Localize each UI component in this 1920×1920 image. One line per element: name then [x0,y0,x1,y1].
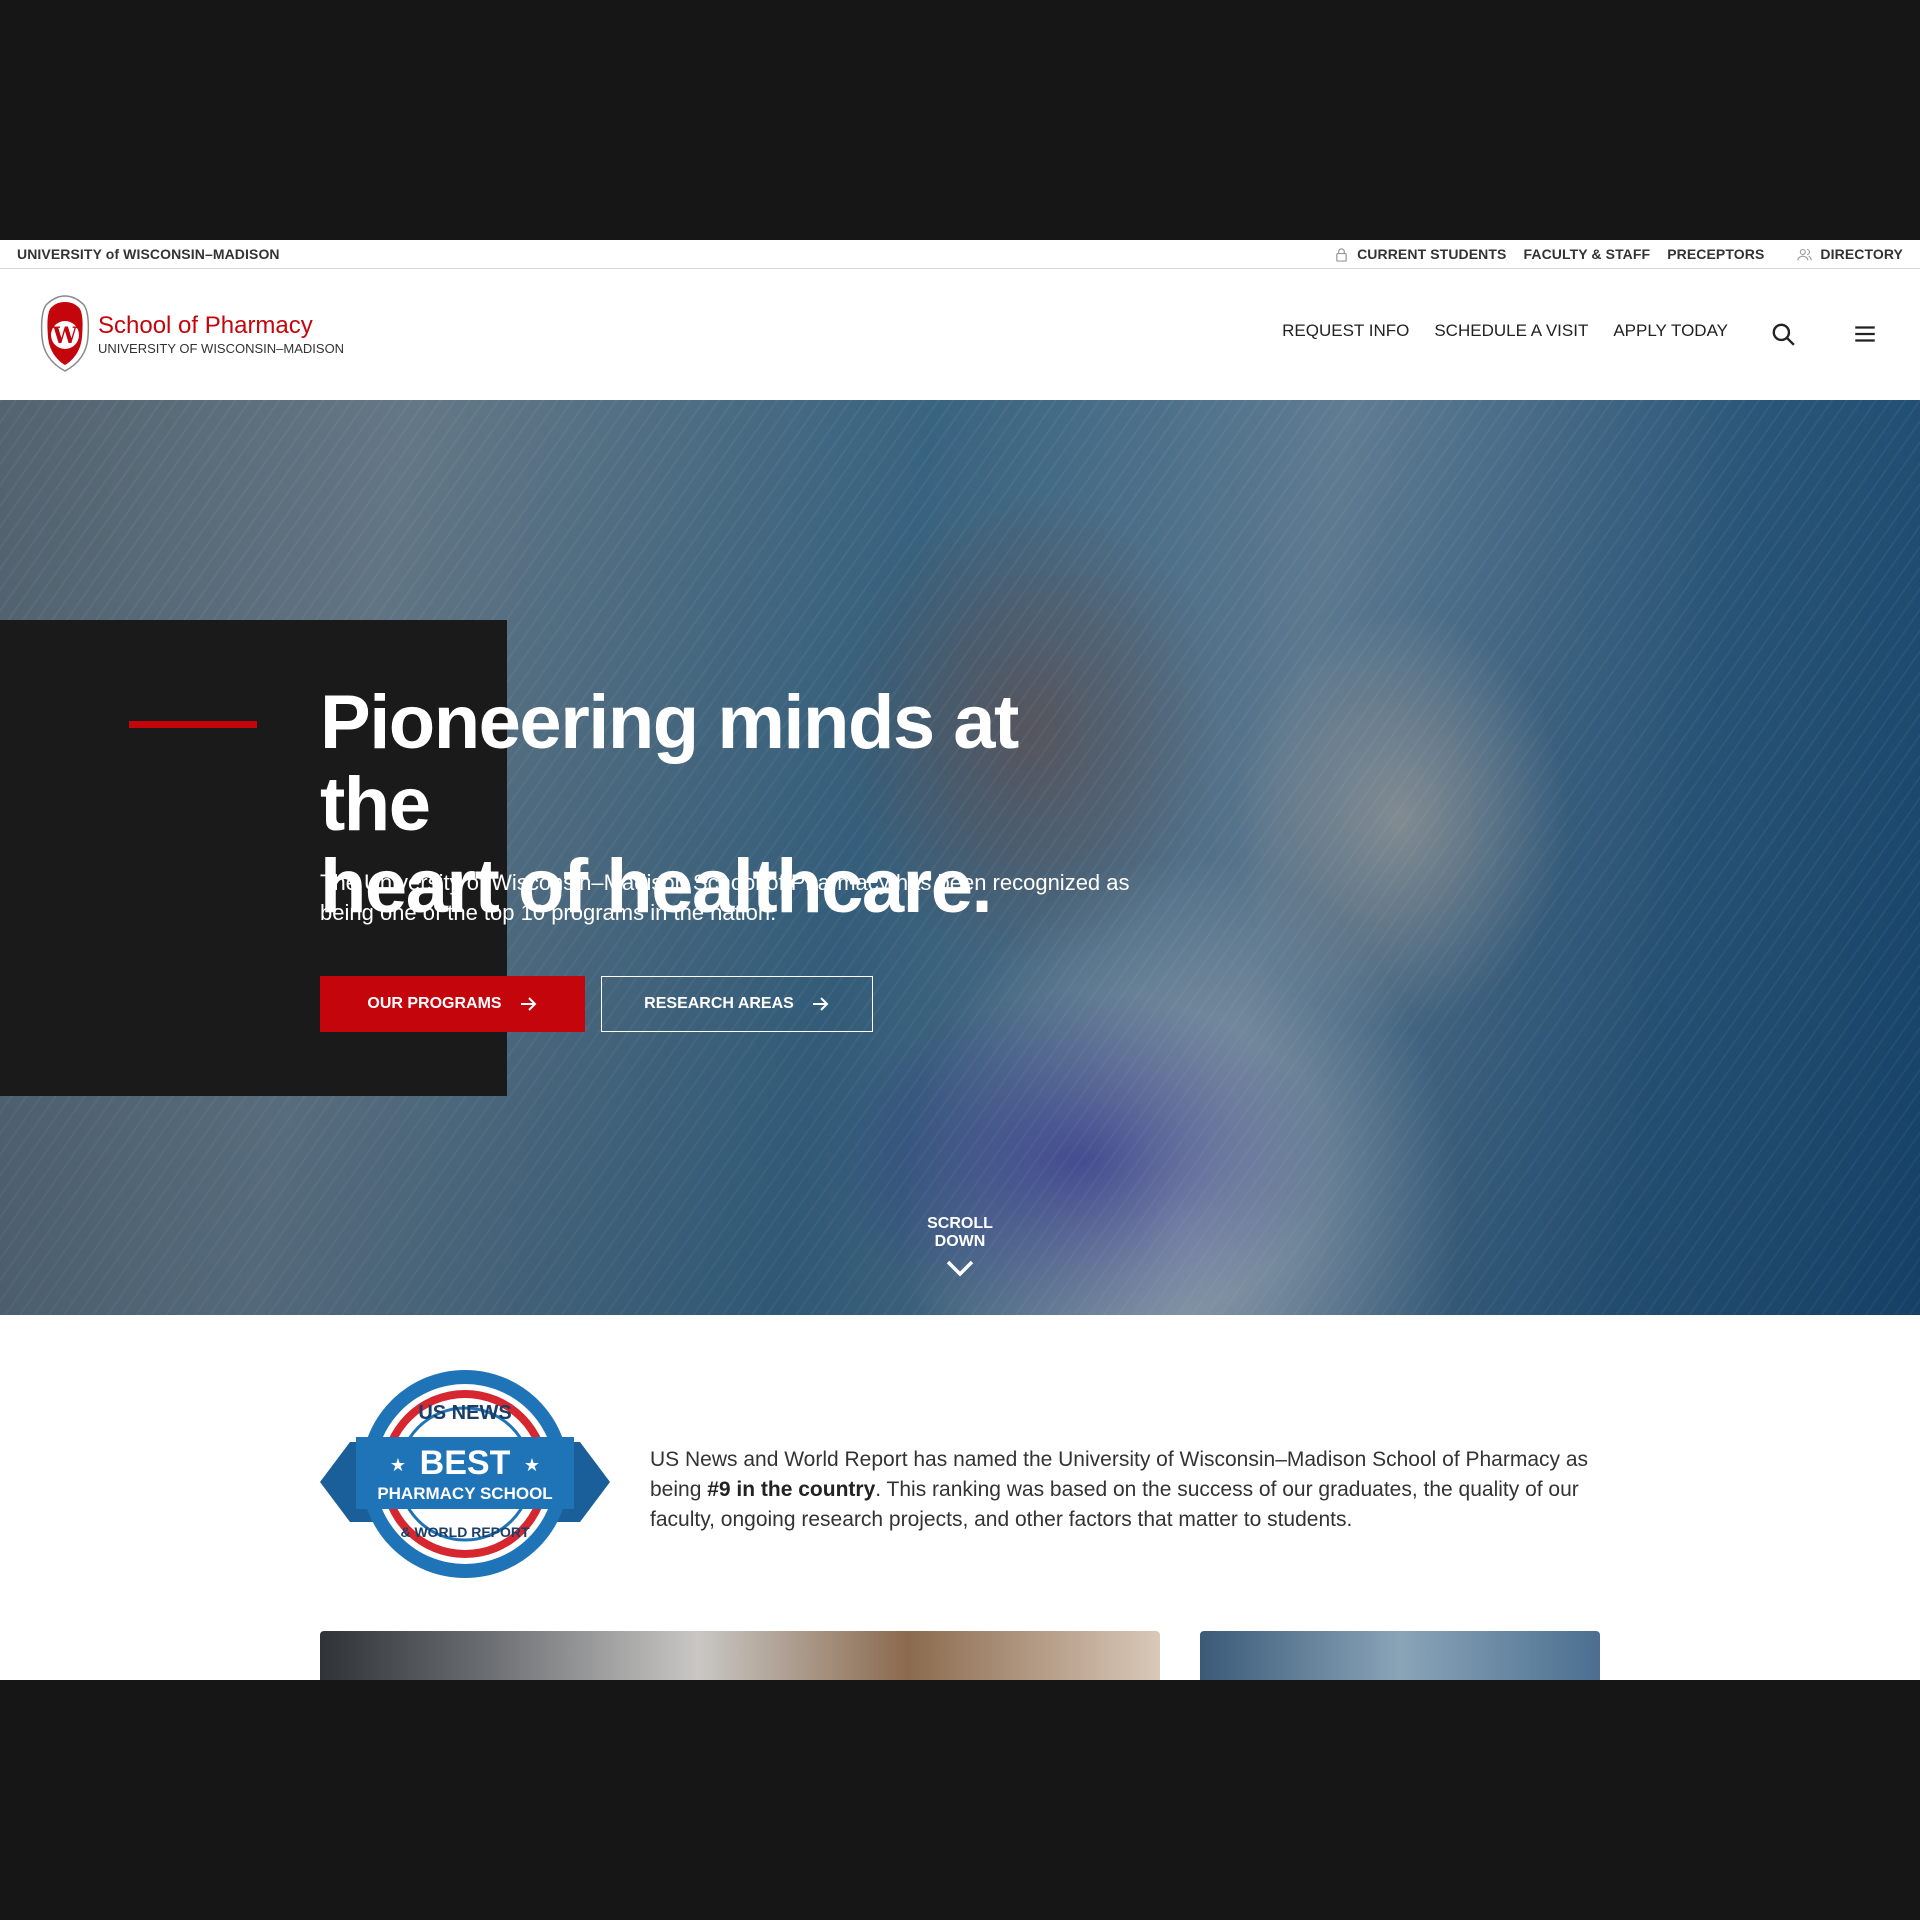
hero-title-line1: Pioneering minds at the [320,680,1019,847]
arrow-right-icon [812,997,829,1011]
scroll-down-label: SCROLL DOWN [927,1215,993,1250]
directory-link[interactable]: DIRECTORY [1820,246,1903,262]
logo-title: School of Pharmacy [98,311,313,339]
research-areas-button[interactable]: RESEARCH AREAS [601,976,873,1032]
logo-subtitle: UNIVERSITY OF WISCONSIN–MADISON [98,340,345,356]
logo-text: School of Pharmacy UNIVERSITY OF WISCONS… [98,311,345,356]
svg-text:& WORLD REPORT: & WORLD REPORT [400,1524,530,1540]
chevron-down-icon [946,1260,974,1277]
svg-text:★: ★ [390,1455,406,1475]
ranking-highlight: #9 in the country [707,1478,876,1501]
svg-text:PHARMACY SCHOOL: PHARMACY SCHOOL [377,1484,552,1503]
us-news-badge: US NEWS BEST PHARMACY SCHOOL & WORLD REP… [320,1370,610,1578]
our-programs-label: OUR PROGRAMS [367,995,502,1012]
site-logo[interactable]: W School of Pharmacy UNIVERSITY OF WISCO… [38,293,344,375]
svg-text:★: ★ [524,1455,540,1475]
current-students-group: CURRENT STUDENTS [1334,246,1506,262]
feature-card-image[interactable] [320,1631,1160,1680]
svg-text:W: W [52,323,78,349]
directory-group: DIRECTORY [1797,246,1903,262]
people-icon [1797,248,1813,260]
research-areas-label: RESEARCH AREAS [644,995,794,1012]
utility-bar: UNIVERSITY of WISCONSIN–MADISON CURRENT … [0,240,1920,269]
faculty-staff-link[interactable]: FACULTY & STAFF [1523,246,1650,262]
hero-accent-line [129,721,257,728]
current-students-link[interactable]: CURRENT STUDENTS [1357,246,1506,262]
arrow-right-icon [520,997,537,1011]
preceptors-link[interactable]: PRECEPTORS [1667,246,1764,262]
nav-request-info[interactable]: REQUEST INFO [1282,321,1409,341]
lock-icon [1336,247,1347,262]
browser-viewport: UNIVERSITY of WISCONSIN–MADISON CURRENT … [0,240,1920,1680]
main-nav: REQUEST INFO SCHEDULE A VISIT APPLY TODA… [1282,321,1728,341]
utility-links: CURRENT STUDENTS FACULTY & STAFF PRECEPT… [1334,246,1903,262]
hero-text: The University of Wisconsin–Madison Scho… [320,870,1130,925]
nav-schedule-visit[interactable]: SCHEDULE A VISIT [1434,321,1588,341]
our-programs-button[interactable]: OUR PROGRAMS [320,976,585,1032]
search-icon[interactable] [1770,321,1796,347]
uw-madison-link[interactable]: UNIVERSITY of WISCONSIN–MADISON [17,246,280,262]
svg-text:US NEWS: US NEWS [418,1402,511,1424]
scroll-down-link[interactable]: SCROLL DOWN [900,1215,1020,1284]
hero-section: Pioneering minds at the heart of healthc… [0,400,1920,1315]
ranking-section: US NEWS BEST PHARMACY SCHOOL & WORLD REP… [0,1315,1920,1680]
svg-text:BEST: BEST [420,1444,511,1482]
site-header: W School of Pharmacy UNIVERSITY OF WISCO… [0,269,1920,400]
menu-icon[interactable] [1852,321,1878,347]
uw-crest-icon: W [40,295,90,372]
feature-card-image-secondary[interactable] [1200,1631,1600,1680]
ranking-text: US News and World Report has named the U… [650,1448,1589,1531]
nav-apply-today[interactable]: APPLY TODAY [1613,321,1728,341]
